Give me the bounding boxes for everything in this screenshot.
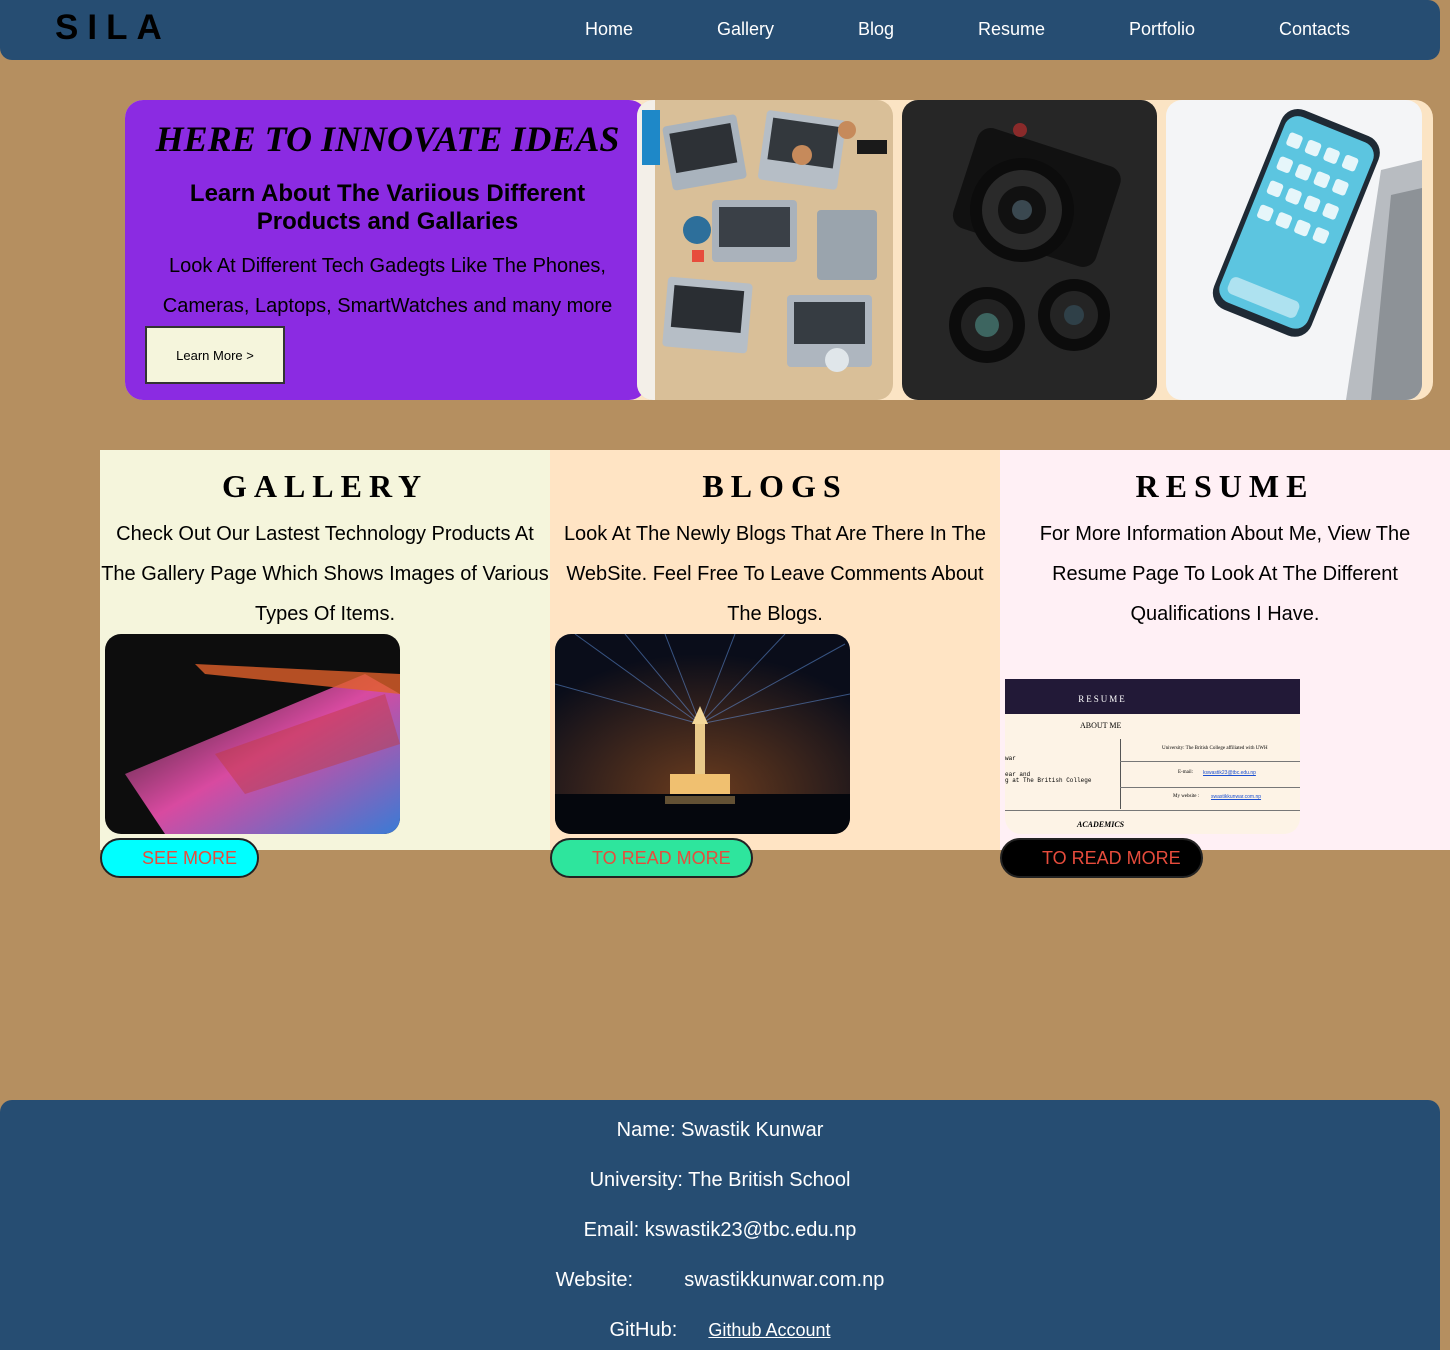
nav-blog[interactable]: Blog <box>858 19 894 40</box>
top-navigation-bar: SILA Home Gallery Blog Resume Portfolio … <box>0 0 1440 60</box>
nav-resume[interactable]: Resume <box>978 19 1045 40</box>
footer-github-label: GitHub: <box>609 1319 678 1341</box>
nav-portfolio[interactable]: Portfolio <box>1129 19 1195 40</box>
nav-contacts[interactable]: Contacts <box>1279 19 1350 40</box>
hero-description: Look At Different Tech Gadegts Like The … <box>162 255 613 317</box>
hero-subtitle: Learn About The Variious Different Produ… <box>189 180 586 235</box>
nav-home[interactable]: Home <box>585 19 633 40</box>
resume-card: RESUME For More Information About Me, Vi… <box>1000 450 1450 850</box>
learn-more-button[interactable]: Learn More > <box>145 326 285 384</box>
footer-university: University: The British School <box>589 1169 851 1191</box>
resume-preview-email: kswastik23@tbc.edu.np <box>1203 770 1256 776</box>
github-account-link[interactable]: Github Account <box>708 1320 830 1340</box>
gallery-title: GALLERY <box>221 468 429 504</box>
footer-name: Name: Swastik Kunwar <box>616 1119 824 1141</box>
footer-website-label: Website: <box>555 1269 634 1291</box>
gallery-description: Check Out Our Lastest Technology Product… <box>101 523 549 625</box>
see-more-button[interactable]: SEE MORE <box>100 838 259 878</box>
resume-preview-website-label: My website : <box>1173 794 1200 799</box>
blogs-description: Look At The Newly Blogs That Are There I… <box>563 523 987 625</box>
resume-preview-email-label: E-mail: <box>1178 770 1193 775</box>
blogs-tower-photo <box>555 634 850 834</box>
resume-description: For More Information About Me, View The … <box>1039 523 1411 625</box>
resume-preview-academics: ACADEMICS <box>1077 820 1125 829</box>
hero-title: HERE TO INNOVATE IDEAS <box>155 119 620 159</box>
blogs-read-more-button[interactable]: TO READ MORE <box>550 838 753 878</box>
camera-photo <box>902 100 1157 400</box>
gallery-laptop-photo <box>105 634 400 834</box>
smartphone-photo <box>1166 100 1422 400</box>
nav-gallery[interactable]: Gallery <box>717 19 774 40</box>
hero-banner: HERE TO INNOVATE IDEAS Learn About The V… <box>125 100 1433 400</box>
brand-logo[interactable]: SILA <box>55 8 171 48</box>
footer-website-value: swastikkunwar.com.np <box>684 1269 885 1291</box>
gallery-card: GALLERY Check Out Our Lastest Technology… <box>100 450 550 850</box>
resume-preview-heading: RESUME <box>1078 694 1127 704</box>
resume-preview-website: swastikkunwar.com.np <box>1211 794 1262 800</box>
resume-read-more-button[interactable]: TO READ MORE <box>1000 838 1203 878</box>
resume-preview-university: University: The British College affiliat… <box>1162 746 1268 751</box>
footer-email: Email: kswastik23@tbc.edu.np <box>583 1219 857 1241</box>
footer-github-row: GitHub: Github Account <box>0 1319 1440 1342</box>
hero-text-panel: HERE TO INNOVATE IDEAS Learn About The V… <box>125 100 647 400</box>
desk-laptops-photo <box>637 100 893 400</box>
resume-preview-about: ABOUT ME <box>1080 721 1122 730</box>
resume-preview-line-1: war <box>1005 755 1016 762</box>
resume-preview-image: RESUME ABOUT ME war ear and g at The Bri… <box>1005 679 1300 834</box>
footer: Name: Swastik Kunwar University: The Bri… <box>0 1100 1440 1350</box>
blogs-title: BLOGS <box>702 468 848 504</box>
resume-title: RESUME <box>1135 468 1315 504</box>
blogs-card: BLOGS Look At The Newly Blogs That Are T… <box>550 450 1000 850</box>
footer-website-row: Website: swastikkunwar.com.np <box>0 1269 1440 1292</box>
resume-preview-line-3: g at The British College <box>1005 777 1092 784</box>
